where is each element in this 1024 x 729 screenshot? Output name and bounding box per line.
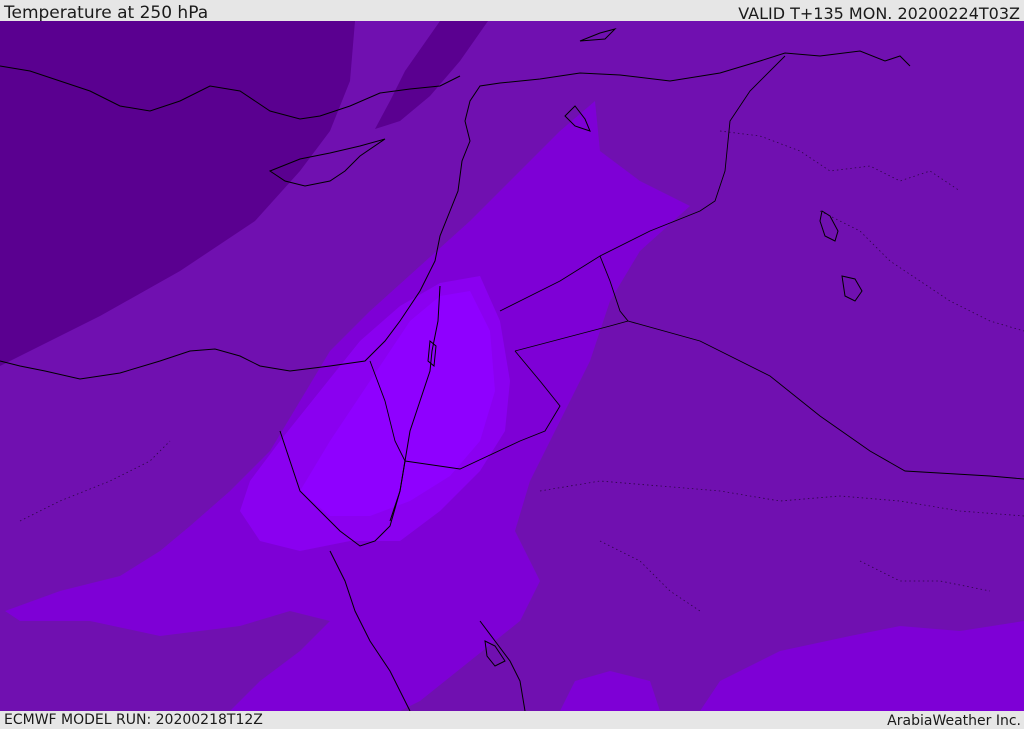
map-figure: Temperature at 250 hPa VALID T+135 MON. … [0, 0, 1024, 729]
model-run-label: ECMWF MODEL RUN: 20200218T12Z [4, 712, 263, 728]
header-bar: Temperature at 250 hPa VALID T+135 MON. … [0, 0, 1024, 23]
credit-label: ArabiaWeather Inc. [887, 713, 1021, 729]
temperature-map [0, 21, 1024, 711]
footer-bar: ECMWF MODEL RUN: 20200218T12Z ArabiaWeat… [0, 711, 1024, 729]
map-title: Temperature at 250 hPa [4, 3, 209, 23]
